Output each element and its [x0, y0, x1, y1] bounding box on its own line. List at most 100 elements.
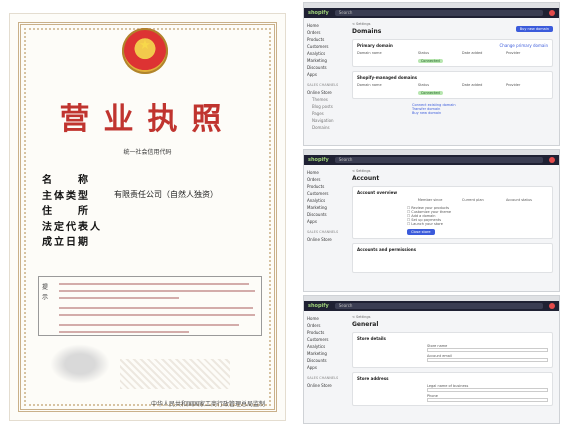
- permissions-card: Accounts and permissions: [352, 243, 553, 273]
- nav-subitem[interactable]: Domains: [307, 124, 343, 131]
- breadcrumb[interactable]: < Settings: [352, 315, 553, 319]
- nav-item[interactable]: Home: [307, 315, 343, 322]
- buy-domain-button[interactable]: Buy new domain: [515, 26, 553, 32]
- search-input[interactable]: Search: [334, 10, 543, 16]
- nav-item[interactable]: Online Store: [307, 382, 343, 389]
- checklist: ☐ Review your products ☐ Customize your …: [407, 206, 548, 235]
- sidebar: Home Orders Products Customers Analytics…: [304, 165, 346, 291]
- notice-text-line: [59, 283, 249, 285]
- nav-item[interactable]: Discounts: [307, 64, 343, 71]
- column-header: Provider: [505, 83, 521, 87]
- column-header: Status: [417, 51, 430, 55]
- nav-item[interactable]: Customers: [307, 336, 343, 343]
- notice-text-line: [59, 290, 255, 292]
- change-primary-link[interactable]: Change primary domain: [500, 43, 549, 48]
- shopify-topbar: shopify Search: [304, 8, 559, 18]
- page-title: Account: [352, 175, 380, 182]
- license-title: 营业执照: [59, 102, 236, 137]
- sidebar: Home Orders Products Customers Analytics…: [304, 18, 346, 145]
- breadcrumb[interactable]: < Settings: [352, 169, 553, 173]
- field-label: 主体类型: [42, 190, 90, 202]
- nav-item[interactable]: Apps: [307, 71, 343, 78]
- nav-item[interactable]: Products: [307, 183, 343, 190]
- table-row[interactable]: Connected: [357, 59, 548, 63]
- column-header: Date added: [461, 51, 483, 55]
- account-email-field[interactable]: [427, 358, 548, 362]
- nav-item[interactable]: Online Store: [307, 89, 343, 96]
- nav-item[interactable]: Orders: [307, 176, 343, 183]
- avatar[interactable]: [549, 157, 555, 163]
- avatar[interactable]: [549, 303, 555, 309]
- status-badge: Connected: [417, 91, 443, 95]
- sidebar: Home Orders Products Customers Analytics…: [304, 311, 346, 423]
- notice-text-line: [59, 314, 255, 316]
- card-title: Store details: [357, 336, 386, 341]
- nav-item[interactable]: Discounts: [307, 211, 343, 218]
- nav-item[interactable]: Marketing: [307, 57, 343, 64]
- nav-item[interactable]: Analytics: [307, 197, 343, 204]
- column-header: Status: [417, 83, 430, 87]
- shopify-domains-window: shopify Search Home Orders Products Cust…: [303, 2, 560, 146]
- avatar[interactable]: [549, 10, 555, 16]
- card-title: Store address: [357, 376, 389, 381]
- close-store-button[interactable]: Close store: [407, 229, 435, 235]
- nav-subitem[interactable]: Blog posts: [307, 103, 343, 110]
- nav-item[interactable]: Customers: [307, 190, 343, 197]
- notice-text-line: [59, 307, 253, 309]
- buy-domain-link[interactable]: Buy new domain: [412, 111, 553, 115]
- search-input[interactable]: Search: [334, 303, 543, 309]
- nav-item[interactable]: Orders: [307, 29, 343, 36]
- column-header: Date added: [461, 83, 483, 87]
- nav-item[interactable]: Home: [307, 22, 343, 29]
- column-header: Member since: [417, 198, 443, 202]
- blurred-stamp: [50, 344, 110, 384]
- notice-box: 提示: [38, 276, 262, 336]
- nav-item[interactable]: Online Store: [307, 236, 343, 243]
- notice-text-line: [59, 324, 239, 326]
- store-fields: Store name Account email: [427, 344, 548, 362]
- notice-text-line: [59, 331, 189, 333]
- field-label: 法定代表人: [42, 221, 102, 233]
- field-label: 名 称: [42, 175, 90, 187]
- nav-subitem[interactable]: Pages: [307, 110, 343, 117]
- license-footer: 中华人民共和国国家工商行政管理总局监制: [150, 401, 265, 408]
- nav-item[interactable]: Apps: [307, 218, 343, 225]
- shopify-body: Home Orders Products Customers Analytics…: [304, 165, 559, 291]
- nav-item[interactable]: Analytics: [307, 343, 343, 350]
- checklist-item[interactable]: ☐ Launch your store: [407, 222, 548, 226]
- nav-item[interactable]: Home: [307, 169, 343, 176]
- shopify-logo: shopify: [308, 157, 329, 163]
- nav-item[interactable]: Analytics: [307, 50, 343, 57]
- card-title: Account overview: [357, 190, 398, 195]
- nav-item[interactable]: Marketing: [307, 204, 343, 211]
- store-name-field[interactable]: [427, 348, 548, 352]
- nav-item[interactable]: Marketing: [307, 350, 343, 357]
- search-input[interactable]: Search: [334, 157, 543, 163]
- business-license: ★ 营业执照 统一社会信用代码 名 称 主体类型 有限责任公司（自然人独资） 住 …: [10, 14, 285, 420]
- nav-item[interactable]: Apps: [307, 364, 343, 371]
- nav-item[interactable]: Products: [307, 36, 343, 43]
- shopify-logo: shopify: [308, 10, 329, 16]
- nav-item[interactable]: Orders: [307, 322, 343, 329]
- notice-label: 提示: [42, 284, 49, 301]
- shopify-body: Home Orders Products Customers Analytics…: [304, 18, 559, 145]
- column-header: Current plan: [461, 198, 484, 202]
- main: < Settings Domains Buy new domain Primar…: [346, 18, 559, 145]
- shopify-account-window: shopify Search Home Orders Products Cust…: [303, 149, 560, 292]
- nav-section: SALES CHANNELS: [307, 376, 339, 380]
- nav-item[interactable]: Products: [307, 329, 343, 336]
- nav-item[interactable]: Discounts: [307, 357, 343, 364]
- legal-name-field[interactable]: [427, 388, 548, 392]
- shopify-topbar: shopify Search: [304, 301, 559, 311]
- nav-subitem[interactable]: Navigation: [307, 117, 343, 124]
- license-fields: 名 称 主体类型 有限责任公司（自然人独资） 住 所 法定代表人 成立日期: [42, 171, 218, 249]
- overview-header: Member since Current plan Account status: [357, 198, 548, 202]
- phone-field[interactable]: [427, 398, 548, 402]
- nav-subitem[interactable]: Themes: [307, 96, 343, 103]
- nav-item[interactable]: Customers: [307, 43, 343, 50]
- shopify-logo: shopify: [308, 303, 329, 309]
- table-row[interactable]: Connected: [357, 91, 548, 95]
- national-emblem-icon: ★: [122, 28, 168, 74]
- table-header: Domain name Status Date added Provider: [357, 51, 548, 55]
- managed-domains-card: Shopify-managed domains Domain name Stat…: [352, 71, 553, 99]
